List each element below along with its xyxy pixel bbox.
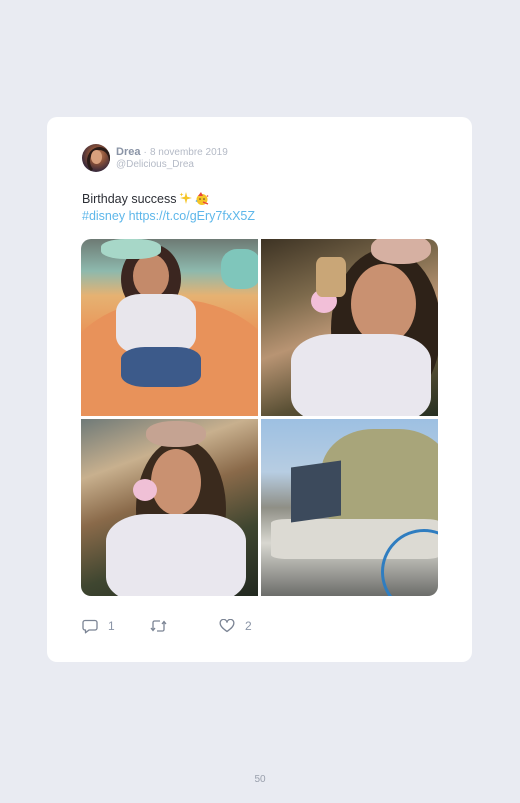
tweet-text: Birthday success #disney https://t.co/gE… [82,192,255,224]
like-button[interactable]: 2 [219,617,252,635]
retweet-icon [150,620,167,632]
tweet-card: Drea · 8 novembre 2019 @Delicious_Drea B… [47,117,472,662]
reply-icon [82,619,98,633]
author-name[interactable]: Drea [116,146,140,158]
shirt-shape [106,514,246,596]
tweet-text-line-1: Birthday success [82,192,255,209]
shirt-shape [291,334,431,416]
avatar[interactable] [82,144,110,172]
tweet-text-content: Birthday success [82,192,177,206]
birthday-sign [291,460,341,523]
tweet-text-line-2: #disney https://t.co/gEry7fxX5Z [82,209,255,224]
sparkles-emoji [179,192,193,209]
ears-headband [371,239,431,264]
window-light [316,257,346,297]
url-link[interactable]: https://t.co/gEry7fxX5Z [129,209,255,223]
party-face-emoji [195,192,209,209]
page-number: 50 [254,774,266,785]
face-shape [133,254,169,298]
face-shape [151,449,201,515]
photo-ice-cream-smile[interactable] [261,239,438,416]
background-teacup [101,239,161,259]
avatar-face [91,150,102,164]
retweet-button[interactable] [150,617,177,635]
tweet-date[interactable]: 8 novembre 2019 [150,147,228,158]
author-handle[interactable]: @Delicious_Drea [116,159,194,170]
background-teacup-2 [221,249,258,289]
photo-grid [81,239,438,596]
shirt-shape [116,294,196,354]
photo-birthday-sign[interactable] [261,419,438,596]
reply-button[interactable]: 1 [82,617,115,635]
heart-icon [219,619,235,633]
ears-headband [146,421,206,447]
face-shape [351,264,416,344]
reply-count: 1 [108,619,115,633]
photo-teacup-ride[interactable] [81,239,258,416]
ice-cream-shape [133,479,157,501]
like-count: 2 [245,619,252,633]
author-line: Drea · 8 novembre 2019 [116,146,228,158]
photo-ice-cream-tongue[interactable] [81,419,258,596]
hashtag-link[interactable]: #disney [82,209,125,223]
shorts-shape [121,347,201,387]
separator: · [143,147,147,158]
